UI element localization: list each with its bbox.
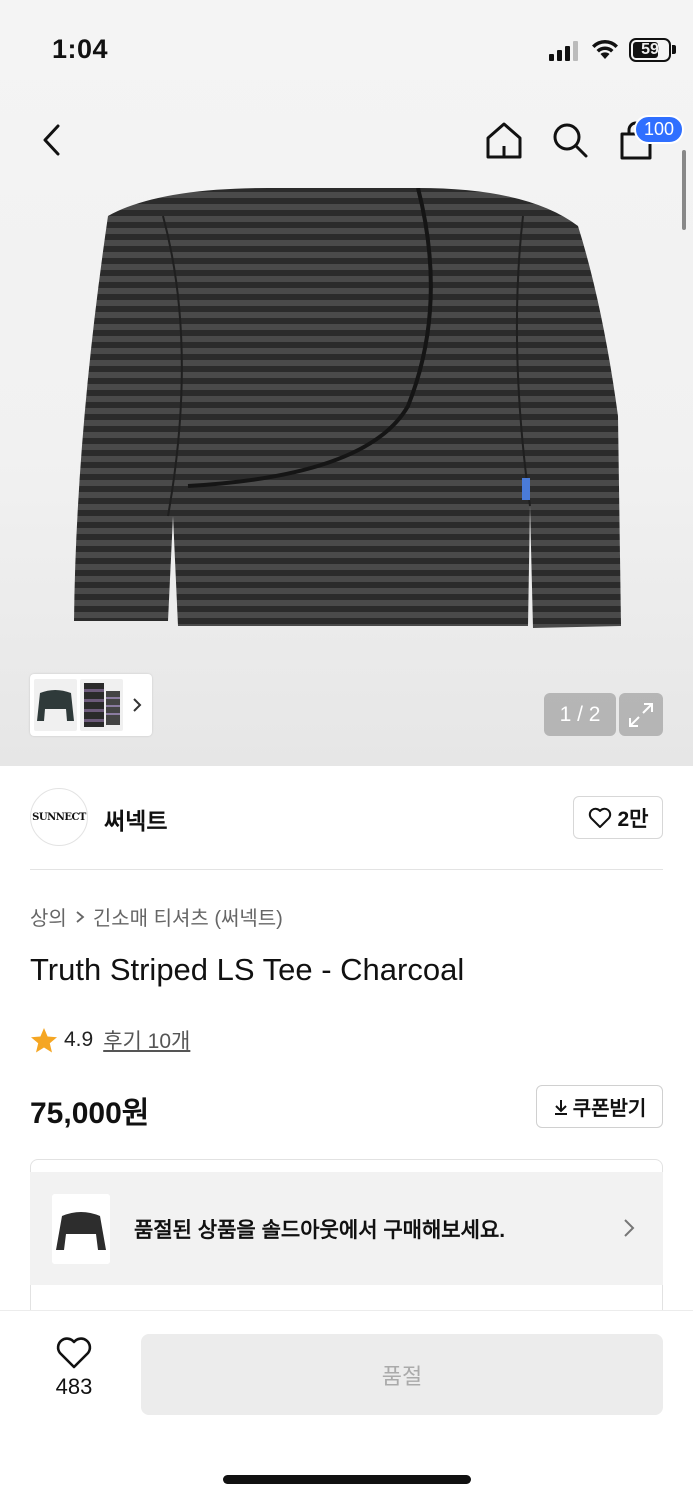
rating-score: 4.9	[64, 1028, 94, 1051]
brand-like-count: 2만	[617, 807, 649, 831]
breadcrumb-subcategory[interactable]: 긴소매 티셔츠 (써넥트)	[93, 902, 283, 931]
search-icon	[553, 123, 588, 158]
home-indicator	[223, 1475, 471, 1484]
cellular-signal-icon	[549, 41, 578, 61]
chevron-right-icon	[76, 910, 85, 923]
thumbnail-1[interactable]	[34, 679, 77, 731]
breadcrumb-category[interactable]: 상의	[30, 902, 67, 931]
wifi-icon	[592, 39, 618, 59]
battery-level: 59	[641, 41, 659, 58]
thumbnail-2[interactable]	[80, 679, 123, 731]
star-icon	[31, 1028, 57, 1053]
image-pager: 1 / 2	[544, 693, 616, 736]
product-image[interactable]	[68, 186, 628, 634]
expand-icon	[629, 702, 653, 727]
coupon-button[interactable]: 쿠폰받기	[536, 1085, 663, 1128]
home-icon	[486, 122, 522, 159]
thumbnail-strip[interactable]	[30, 674, 152, 736]
brand-logo[interactable]: SUNNECT	[30, 788, 88, 846]
heart-icon	[56, 1337, 92, 1369]
back-button[interactable]	[30, 118, 74, 162]
chevron-right-icon[interactable]	[130, 696, 144, 714]
soldout-banner-text: 품절된 상품을 솔드아웃에서 구매해보세요.	[134, 1218, 506, 1242]
download-icon	[554, 1099, 567, 1115]
brand-like-button[interactable]: 2만	[573, 796, 663, 839]
product-title: Truth Striped LS Tee - Charcoal	[30, 952, 465, 987]
chevron-right-icon	[624, 1219, 635, 1237]
soldout-banner[interactable]: 품절된 상품을 솔드아웃에서 구매해보세요.	[30, 1172, 663, 1285]
scroll-indicator	[682, 150, 686, 230]
divider	[30, 869, 663, 870]
expand-button[interactable]	[619, 693, 663, 736]
status-time: 1:04	[52, 34, 109, 64]
home-button[interactable]	[482, 118, 526, 162]
cart-count-badge: 100	[634, 115, 685, 144]
battery-icon: 59	[629, 38, 671, 62]
reviews-link[interactable]: 후기 10개	[103, 1025, 190, 1055]
chevron-left-icon	[43, 124, 60, 156]
brand-name[interactable]: 써넥트	[104, 802, 167, 836]
search-button[interactable]	[548, 118, 592, 162]
coupon-label: 쿠폰받기	[572, 1098, 647, 1120]
rating-row: 4.9 후기 10개	[30, 1025, 190, 1055]
product-price: 75,000원	[30, 1097, 150, 1130]
battery-tip	[672, 45, 676, 54]
wishlist-count: 483	[55, 1374, 93, 1399]
soldout-button[interactable]: 품절	[141, 1334, 663, 1415]
banner-product-thumbnail	[52, 1193, 110, 1264]
breadcrumb: 상의 긴소매 티셔츠 (써넥트)	[30, 902, 283, 931]
product-gallery: 1:04 59 100 1 / 2	[0, 0, 693, 766]
wishlist-button[interactable]: 483	[42, 1336, 106, 1408]
heart-icon	[588, 807, 611, 828]
